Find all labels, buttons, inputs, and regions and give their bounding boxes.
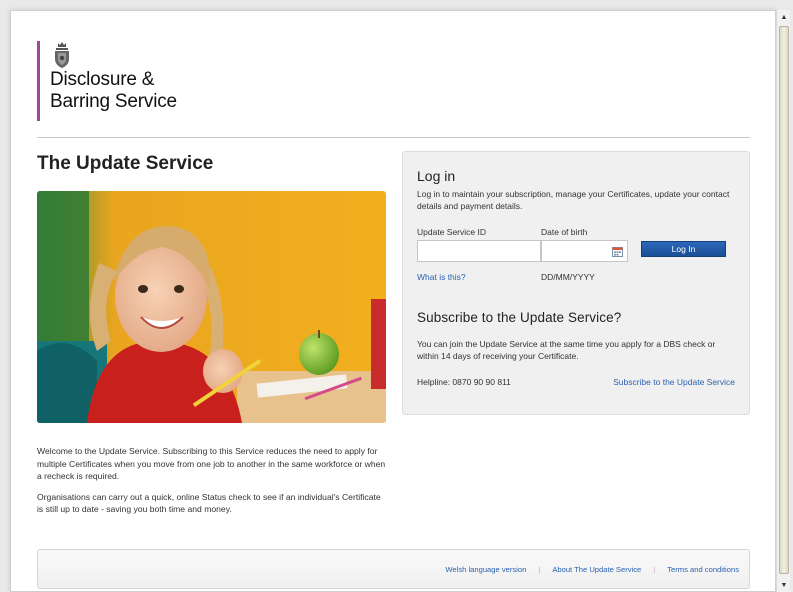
date-of-birth-label: Date of birth <box>541 227 588 237</box>
page-title: The Update Service <box>37 153 214 174</box>
date-format-hint: DD/MM/YYYY <box>541 272 595 282</box>
subscribe-description: You can join the Update Service at the s… <box>417 339 716 361</box>
logo-text-line2: Barring Service <box>50 91 177 112</box>
vertical-scrollbar[interactable]: ▲ ▼ <box>776 10 790 592</box>
calendar-icon[interactable] <box>612 246 623 257</box>
update-service-id-input[interactable] <box>418 241 540 261</box>
about-update-service-link[interactable]: About The Update Service <box>552 565 641 574</box>
logo-text-line1: Disclosure & <box>50 69 155 90</box>
intro-paragraph-1: Welcome to the Update Service. Subscribi… <box>37 446 386 481</box>
date-of-birth-field[interactable] <box>541 240 628 262</box>
hero-image <box>37 191 386 423</box>
footer-bar: Welsh language version | About The Updat… <box>37 549 750 589</box>
helpline-text: Helpline: 0870 90 90 811 <box>417 377 511 387</box>
welsh-language-link[interactable]: Welsh language version <box>445 565 526 574</box>
footer-separator: | <box>538 565 541 574</box>
browser-window: Disclosure & Barring Service The Update … <box>10 10 776 592</box>
royal-crest-icon <box>55 42 69 68</box>
scrollbar-thumb[interactable] <box>779 26 789 574</box>
subscribe-link[interactable]: Subscribe to the Update Service <box>613 377 735 387</box>
header-divider <box>37 137 750 138</box>
login-title: Log in <box>417 168 456 184</box>
login-description: Log in to maintain your subscription, ma… <box>417 189 730 211</box>
footer-links: Welsh language version | About The Updat… <box>445 565 739 574</box>
intro-text: Welcome to the Update Service. Subscribi… <box>37 445 387 524</box>
update-service-id-label: Update Service ID <box>417 227 486 237</box>
login-panel: Log in Log in to maintain your subscript… <box>402 151 750 415</box>
what-is-this-link[interactable]: What is this? <box>417 272 466 282</box>
dbs-logo[interactable]: Disclosure & Barring Service <box>37 41 177 121</box>
scroll-up-arrow-icon[interactable]: ▲ <box>777 10 791 24</box>
login-button[interactable]: Log In <box>641 241 726 257</box>
scroll-down-arrow-icon[interactable]: ▼ <box>777 578 791 592</box>
subscribe-title: Subscribe to the Update Service? <box>417 310 622 325</box>
update-service-id-field[interactable] <box>417 240 541 262</box>
intro-paragraph-2: Organisations can carry out a quick, onl… <box>37 491 381 515</box>
terms-and-conditions-link[interactable]: Terms and conditions <box>667 565 739 574</box>
footer-separator: | <box>653 565 656 574</box>
